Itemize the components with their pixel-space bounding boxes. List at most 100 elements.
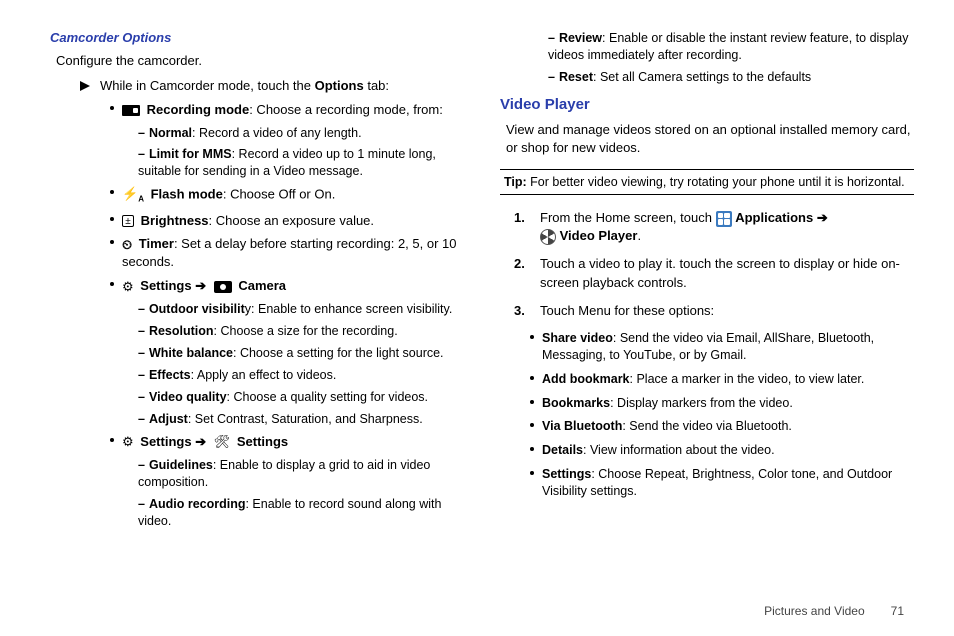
text: : Record a video of any length. — [192, 126, 362, 140]
text: : Set Contrast, Saturation, and Sharpnes… — [188, 412, 423, 426]
dash-item: –Review: Enable or disable the instant r… — [548, 30, 914, 64]
label: Review — [559, 31, 602, 45]
bullet-content: ⚙ Settings ➔ 🛠 Settings — [122, 433, 464, 451]
bullet-icon — [530, 335, 534, 339]
bullet-content: ⚡A Flash mode: Choose Off or On. — [122, 185, 464, 205]
bullet-item: Settings: Choose Repeat, Brightness, Col… — [530, 466, 914, 500]
label: Normal — [149, 126, 192, 140]
text: y: Enable to enhance screen visibility. — [245, 302, 453, 316]
bullet-item: ⚙ Settings ➔ 🛠 Settings — [110, 433, 464, 451]
text: : View information about the video. — [583, 443, 775, 457]
label: Settings — [542, 467, 591, 481]
dash-item: –Reset: Set all Camera settings to the d… — [548, 69, 914, 86]
label: Brightness — [141, 213, 209, 228]
text: : Choose a quality setting for videos. — [227, 390, 429, 404]
bullet-item: Bookmarks: Display markers from the vide… — [530, 395, 914, 412]
label: Guidelines — [149, 458, 213, 472]
bullet-content: ± Brightness: Choose an exposure value. — [122, 212, 464, 230]
tools-icon: 🛠 — [214, 433, 231, 451]
label: Settings — [140, 434, 195, 449]
dash-item: –Guidelines: Enable to display a grid to… — [138, 457, 464, 491]
bullet-item: Details: View information about the vide… — [530, 442, 914, 459]
bullet-icon — [530, 376, 534, 380]
label: Video quality — [149, 390, 227, 404]
video-player-icon — [540, 229, 556, 245]
arrow-icon: ➔ — [817, 210, 828, 225]
dash-item: –Video quality: Choose a quality setting… — [138, 389, 464, 406]
label: Recording mode — [147, 102, 250, 117]
label: Via Bluetooth — [542, 419, 622, 433]
text: tab: — [364, 78, 389, 93]
dash-item: –Normal: Record a video of any length. — [138, 125, 464, 142]
footer-section: Pictures and Video — [764, 604, 865, 618]
bullet-content: ⏲ Timer: Set a delay before starting rec… — [122, 235, 464, 271]
step-content: Touch Menu for these options: — [540, 302, 914, 320]
label: White balance — [149, 346, 233, 360]
label: Resolution — [149, 324, 214, 338]
bullet-icon — [530, 447, 534, 451]
arrow-icon: ➔ — [195, 278, 206, 293]
bullet-item: Via Bluetooth: Send the video via Blueto… — [530, 418, 914, 435]
text: : Choose Repeat, Brightness, Color tone,… — [542, 467, 892, 498]
options-label: Options — [315, 78, 364, 93]
intro-text: View and manage videos stored on an opti… — [506, 121, 914, 157]
text: : Choose a setting for the light source. — [233, 346, 444, 360]
label: Effects — [149, 368, 191, 382]
numbered-step: 1. From the Home screen, touch Applicati… — [514, 209, 914, 245]
text: : Choose a size for the recording. — [214, 324, 398, 338]
bullet-item: Add bookmark: Place a marker in the vide… — [530, 371, 914, 388]
tip-label: Tip: — [504, 175, 527, 189]
label: Camera — [238, 278, 286, 293]
bullet-item: Recording mode: Choose a recording mode,… — [110, 101, 464, 119]
step-row: While in Camcorder mode, touch the Optio… — [80, 78, 464, 93]
label: Settings — [237, 434, 288, 449]
brightness-icon: ± — [122, 215, 134, 227]
bullet-item: ⚙ Settings ➔ Camera — [110, 277, 464, 295]
text: . — [637, 228, 641, 243]
dash-item: –Resolution: Choose a size for the recor… — [138, 323, 464, 340]
label: Reset — [559, 70, 593, 84]
numbered-step: 2. Touch a video to play it. touch the s… — [514, 255, 914, 291]
tip-box: Tip: For better video viewing, try rotat… — [500, 169, 914, 195]
dash-item: –Effects: Apply an effect to videos. — [138, 367, 464, 384]
label: Add bookmark — [542, 372, 630, 386]
label: Applications — [735, 210, 817, 225]
bullet-item: ⏲ Timer: Set a delay before starting rec… — [110, 235, 464, 271]
applications-icon — [716, 211, 732, 227]
text: : Apply an effect to videos. — [191, 368, 337, 382]
text: : Set all Camera settings to the default… — [593, 70, 811, 84]
bullet-content: ⚙ Settings ➔ Camera — [122, 277, 464, 295]
label: Audio recording — [149, 497, 246, 511]
bullet-icon — [110, 240, 114, 244]
numbered-step: 3. Touch Menu for these options: — [514, 302, 914, 320]
play-triangle-icon — [80, 81, 90, 91]
dash-item: –Limit for MMS: Record a video up to 1 m… — [138, 146, 464, 180]
step-content: From the Home screen, touch Applications… — [540, 209, 914, 245]
label: Adjust — [149, 412, 188, 426]
label: Limit for MMS — [149, 147, 232, 161]
step-text: While in Camcorder mode, touch the Optio… — [100, 78, 389, 93]
bullet-content: Recording mode: Choose a recording mode,… — [122, 101, 464, 119]
dash-item: –Outdoor visibility: Enable to enhance s… — [138, 301, 464, 318]
dash-item: –Adjust: Set Contrast, Saturation, and S… — [138, 411, 464, 428]
text: : Display markers from the video. — [610, 396, 793, 410]
step-number: 2. — [514, 255, 530, 291]
timer-icon: ⏲ — [122, 236, 132, 254]
intro-text: Configure the camcorder. — [56, 53, 464, 68]
bullet-icon — [110, 438, 114, 442]
footer-page-number: 71 — [891, 604, 904, 618]
step-content: Touch a video to play it. touch the scre… — [540, 255, 914, 291]
text: : Choose a recording mode, from: — [249, 102, 443, 117]
camera-icon — [214, 281, 232, 293]
step-number: 3. — [514, 302, 530, 320]
text: From the Home screen, touch — [540, 210, 716, 225]
text: : Choose Off or On. — [223, 187, 335, 202]
bullet-icon — [110, 190, 114, 194]
gear-icon: ⚙ — [122, 433, 134, 451]
bullet-icon — [530, 423, 534, 427]
bullet-icon — [110, 217, 114, 221]
bullet-icon — [530, 471, 534, 475]
bullet-item: Share video: Send the video via Email, A… — [530, 330, 914, 364]
bullet-icon — [530, 400, 534, 404]
label: Share video — [542, 331, 613, 345]
